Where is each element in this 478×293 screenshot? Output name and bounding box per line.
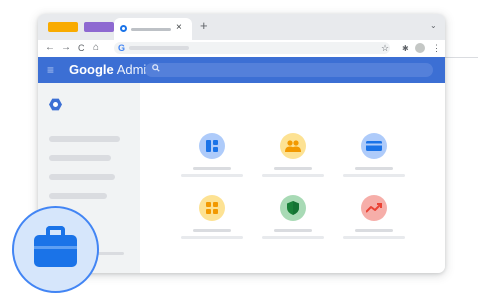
card-subtitle-placeholder: [181, 236, 243, 239]
card-title-placeholder: [274, 229, 312, 232]
tab-strip: × + ⌄: [38, 14, 445, 40]
profile-avatar[interactable]: [415, 43, 425, 53]
card-title-placeholder: [355, 229, 393, 232]
billing-card-icon: [366, 141, 382, 151]
card-subtitle-placeholder: [262, 236, 324, 239]
browser-window: × + ⌄ ← → C ⌂ G ☆ ✱ ⋮ ≡ Google Admin: [38, 14, 445, 273]
back-icon[interactable]: ←: [45, 42, 55, 54]
card-title-placeholder: [274, 167, 312, 170]
briefcase-badge: [12, 206, 99, 293]
admin-dashboard: [140, 83, 445, 273]
extensions-icon[interactable]: ✱: [402, 43, 409, 54]
security-circle: [280, 195, 306, 221]
browser-menu-icon[interactable]: ⋮: [432, 42, 441, 54]
brand-google: Google: [69, 62, 114, 77]
sidebar-item[interactable]: [49, 174, 115, 180]
tab-yellow[interactable]: [48, 22, 78, 32]
google-admin-logo[interactable]: Google Admin: [69, 62, 154, 78]
sidebar-item[interactable]: [49, 193, 107, 199]
card-subtitle-placeholder: [262, 174, 324, 177]
billing-circle: [361, 133, 387, 159]
home-icon[interactable]: ⌂: [93, 42, 99, 54]
dashboard-circle: [199, 133, 225, 159]
card-subtitle-placeholder: [343, 236, 405, 239]
forward-icon[interactable]: →: [61, 42, 71, 54]
address-bar[interactable]: G: [114, 42, 390, 54]
apps-grid-icon: [206, 202, 218, 214]
url-placeholder: [129, 46, 189, 50]
admin-header: ≡ Google Admin: [38, 57, 445, 83]
new-tab-button[interactable]: +: [200, 19, 208, 33]
briefcase-strip: [34, 246, 77, 249]
reports-trend-icon: [366, 203, 382, 213]
close-tab-icon[interactable]: ×: [176, 22, 182, 34]
admin-hexagon-logo-icon: [49, 98, 62, 111]
sidebar-item[interactable]: [49, 136, 120, 142]
dashboard-icon: [206, 140, 218, 152]
card-subtitle-placeholder: [343, 174, 405, 177]
bookmark-star-icon[interactable]: ☆: [381, 42, 389, 54]
users-circle: [280, 133, 306, 159]
main-menu-icon[interactable]: ≡: [47, 64, 54, 76]
users-icon: [285, 140, 301, 152]
briefcase-icon: [34, 235, 77, 267]
card-subtitle-placeholder: [181, 174, 243, 177]
search-icon: [152, 64, 160, 76]
sidebar-item[interactable]: [49, 155, 111, 161]
google-site-icon: G: [118, 43, 126, 53]
admin-search-input[interactable]: [145, 63, 433, 77]
card-title-placeholder: [193, 229, 231, 232]
reports-circle: [361, 195, 387, 221]
tab-active[interactable]: ×: [114, 18, 192, 40]
card-title-placeholder: [355, 167, 393, 170]
tab-purple[interactable]: [84, 22, 114, 32]
apps-circle: [199, 195, 225, 221]
tab-search-chevron-icon[interactable]: ⌄: [430, 21, 437, 30]
reload-icon[interactable]: C: [78, 42, 85, 54]
tab-title-placeholder: [131, 28, 171, 31]
decorative-line: [444, 57, 478, 58]
security-shield-icon: [287, 201, 299, 215]
google-admin-favicon-icon: [120, 25, 127, 32]
card-title-placeholder: [193, 167, 231, 170]
browser-toolbar: ← → C ⌂ G ☆ ✱ ⋮: [38, 40, 445, 57]
